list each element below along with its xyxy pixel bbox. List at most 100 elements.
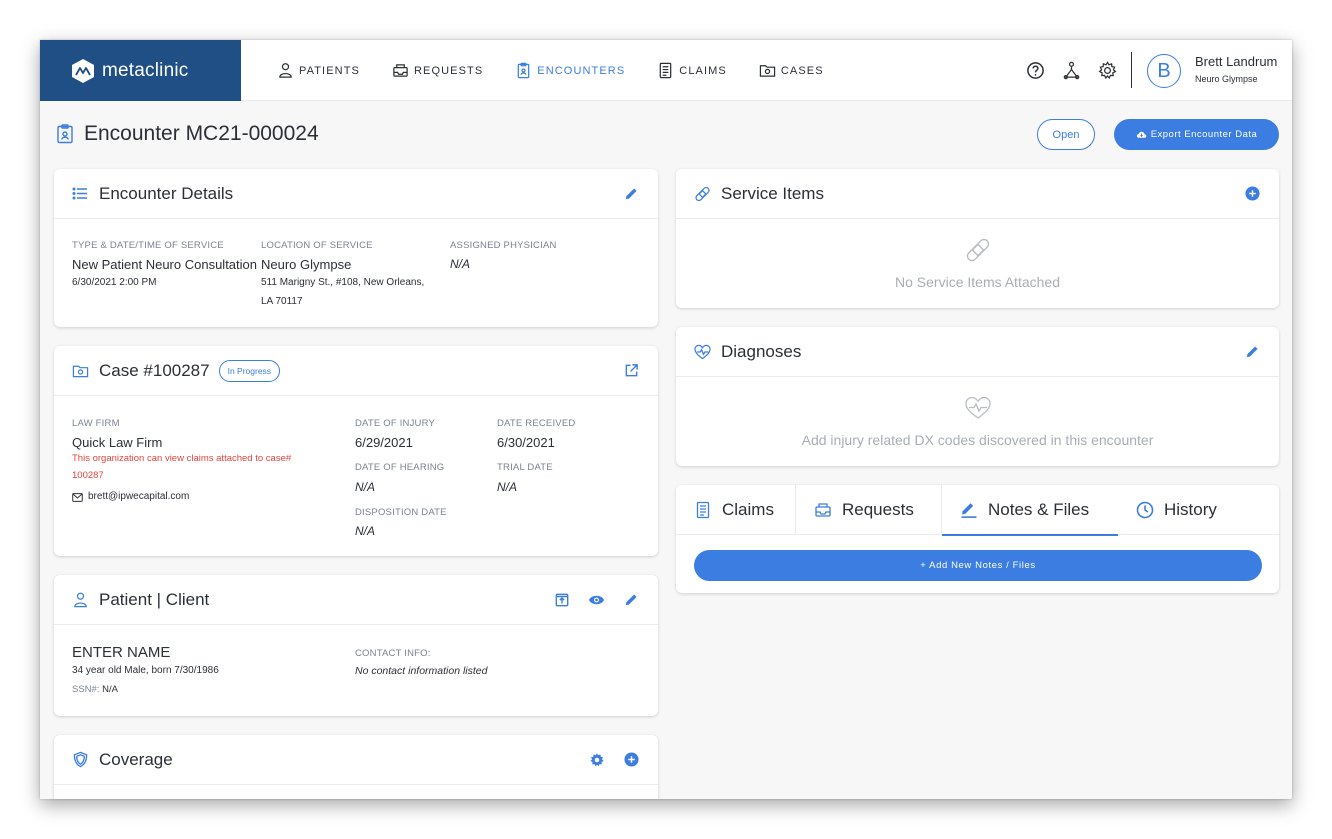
- nav-item-encounters[interactable]: ENCOUNTERS: [515, 62, 625, 79]
- brand-name: metaclinic: [102, 59, 189, 81]
- trial-date-value: N/A: [497, 480, 518, 494]
- add-circle-icon[interactable]: [1244, 185, 1261, 202]
- service-type-label: TYPE & DATE/TIME OF SERVICE: [72, 240, 224, 251]
- date-of-hearing-label: DATE OF HEARING: [355, 462, 445, 473]
- case-card: Case #100287 In Progress LAW FIRM Quick …: [54, 346, 658, 556]
- heartbeat-icon: [964, 396, 991, 419]
- ssn-value: N/A: [102, 684, 118, 695]
- nav-item-label: CLAIMS: [679, 64, 727, 77]
- view-eye-icon[interactable]: [588, 591, 605, 608]
- tab-label: Requests: [842, 500, 914, 519]
- card-title: Case #100287: [99, 360, 210, 380]
- disposition-date-value: N/A: [355, 524, 376, 538]
- patient-client-card: Patient | Client ENTER NAME 34 year old …: [54, 575, 658, 716]
- date-of-injury-label: DATE OF INJURY: [355, 418, 436, 429]
- top-utility-icons: [1024, 59, 1132, 81]
- card-title: Encounter Details: [99, 183, 234, 203]
- user-organization: Neuro Glympse: [1195, 74, 1258, 84]
- edit-pencil-icon[interactable]: [623, 591, 640, 608]
- contact-info-label: CONTACT INFO:: [355, 648, 431, 659]
- card-title: Service Items: [721, 183, 824, 203]
- card-header: Encounter Details: [54, 169, 658, 219]
- nav-item-label: CASES: [780, 64, 824, 77]
- service-type-value: New Patient Neuro Consultation: [72, 257, 257, 272]
- email-text: brett@ipwecapital.com: [88, 491, 190, 502]
- contact-info-value: No contact information listed: [355, 665, 488, 677]
- date-received-label: DATE RECEIVED: [497, 418, 576, 429]
- physician-value: N/A: [450, 257, 471, 271]
- clock-icon: [1136, 501, 1154, 519]
- cloud-download-icon: [1136, 131, 1147, 138]
- export-encounter-data-button[interactable]: Export Encounter Data: [1114, 119, 1279, 150]
- diagnoses-empty-message: Add injury related DX codes discovered i…: [801, 432, 1154, 448]
- tab-notes-files[interactable]: Notes & Files: [942, 485, 1118, 536]
- service-datetime: 6/30/2021 2:00 PM: [72, 277, 157, 288]
- tab-requests[interactable]: Requests: [796, 485, 941, 535]
- tab-label: Claims: [722, 500, 774, 519]
- email-icon: [72, 492, 83, 502]
- metaclinic-logo-icon: [72, 58, 94, 83]
- folder-icon: [72, 362, 89, 379]
- settings-gear-icon[interactable]: [588, 751, 605, 768]
- export-button-label: Export Encounter Data: [1150, 129, 1258, 140]
- patient-name: ENTER NAME: [72, 644, 171, 661]
- external-link-icon[interactable]: [623, 362, 640, 379]
- encounter-details-card: Encounter Details TYPE & DATE/TIME OF SE…: [54, 169, 658, 327]
- nav-item-label: PATIENTS: [299, 64, 360, 77]
- card-actions: [605, 185, 640, 202]
- edit-pencil-icon[interactable]: [1244, 343, 1261, 360]
- nav-item-label: REQUESTS: [413, 64, 484, 77]
- nav-item-requests[interactable]: REQUESTS: [392, 62, 483, 79]
- nav-item-claims[interactable]: CLAIMS: [657, 62, 727, 79]
- tab-bar: Claims Requests Notes & Files History: [676, 485, 1279, 536]
- nav-item-patients[interactable]: PATIENTS: [277, 62, 360, 79]
- patient-icon: [72, 591, 89, 608]
- location-address-line-1: 511 Marigny St., #108, New Orleans,: [261, 277, 425, 288]
- edit-pencil-icon[interactable]: [623, 185, 640, 202]
- top-navigation: metaclinic PATIENTS REQUESTS ENCOUNTERS …: [40, 40, 1292, 101]
- pencil-icon: [961, 503, 977, 518]
- card-actions: [1226, 185, 1261, 202]
- trial-date-label: TRIAL DATE: [497, 462, 553, 473]
- open-status-button[interactable]: Open: [1037, 119, 1095, 150]
- diagnoses-card: Diagnoses Add injury related DX codes di…: [676, 327, 1279, 466]
- document-icon: [696, 501, 710, 519]
- patient-icon: [279, 63, 292, 78]
- bandage-icon: [694, 185, 711, 202]
- location-address-line-2: LA 70117: [261, 296, 303, 307]
- upload-icon[interactable]: [553, 591, 570, 608]
- law-firm-email[interactable]: brett@ipwecapital.com: [72, 488, 189, 506]
- user-avatar[interactable]: B: [1147, 54, 1181, 88]
- card-actions: [570, 751, 640, 768]
- tab-history[interactable]: History: [1118, 485, 1278, 535]
- help-icon[interactable]: [1024, 59, 1046, 81]
- shield-icon: [72, 751, 89, 768]
- date-of-hearing-value: N/A: [355, 480, 376, 494]
- network-icon[interactable]: [1060, 59, 1082, 81]
- document-icon: [659, 62, 672, 79]
- card-actions: [1226, 343, 1261, 360]
- tab-label: Notes & Files: [988, 500, 1090, 519]
- user-name[interactable]: Brett Landrum: [1195, 54, 1277, 69]
- ssn-row: SSN#: N/A: [72, 681, 118, 699]
- service-items-card: Service Items No Service Items Attached: [676, 169, 1279, 308]
- settings-gear-icon[interactable]: [1096, 59, 1118, 81]
- card-title: Diagnoses: [721, 341, 802, 361]
- disposition-date-label: DISPOSITION DATE: [355, 507, 447, 518]
- activity-tabs-card: Claims Requests Notes & Files History + …: [676, 485, 1279, 593]
- brand-logo-block[interactable]: metaclinic: [40, 40, 241, 101]
- add-circle-icon[interactable]: [623, 751, 640, 768]
- service-items-empty-message: No Service Items Attached: [895, 274, 1060, 290]
- heartbeat-icon: [694, 343, 711, 360]
- nav-item-cases[interactable]: CASES: [759, 62, 824, 79]
- date-received-value: 6/30/2021: [497, 435, 555, 450]
- card-actions: [605, 362, 640, 379]
- card-title: Patient | Client: [99, 589, 210, 609]
- page-header: Encounter MC21-000024: [56, 122, 319, 146]
- tab-claims[interactable]: Claims: [676, 485, 795, 535]
- app-window: metaclinic PATIENTS REQUESTS ENCOUNTERS …: [40, 40, 1292, 799]
- clipboard-icon: [517, 62, 530, 79]
- add-notes-files-button[interactable]: + Add New Notes / Files: [694, 550, 1262, 581]
- location-label: LOCATION OF SERVICE: [261, 240, 373, 251]
- visibility-warning-line-1: This organization can view claims attach…: [72, 453, 292, 464]
